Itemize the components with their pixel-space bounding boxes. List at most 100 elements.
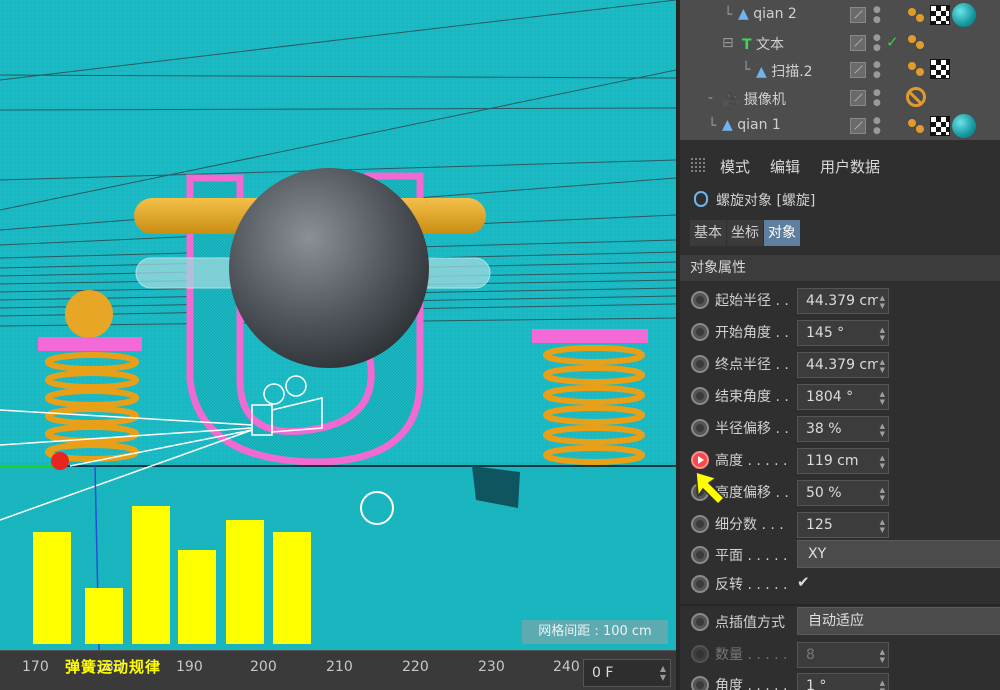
reverse-checkbox[interactable]: ✔	[797, 573, 815, 591]
keyframe-toggle[interactable]	[691, 355, 709, 373]
right-spring-cap	[532, 329, 648, 343]
object-row-sweep2[interactable]: └ ▲ 扫描.2 ● ●	[680, 57, 1000, 84]
start-angle-input[interactable]: 145 ° ▲ ▼	[797, 320, 889, 346]
spin-arrows-icon: ▲▼	[877, 358, 885, 374]
protection-tag-icon[interactable]	[906, 86, 926, 107]
radius-bias-input[interactable]: 38 % ▲ ▼	[797, 416, 889, 442]
end-radius-input[interactable]: 44.379 cm ▲ ▼	[797, 352, 889, 378]
spin-arrows-icon: ▲▼	[877, 486, 885, 502]
panel-grip-icon[interactable]	[690, 157, 706, 173]
layer-dots-icon[interactable]: ● ●	[873, 60, 881, 80]
visibility-flag-icon[interactable]	[850, 90, 866, 106]
rhythm-bar	[226, 520, 264, 644]
object-name: 文本	[756, 37, 785, 53]
keyframe-record-icon[interactable]	[691, 451, 709, 469]
prop-start-angle: 开始角度 . . 145 ° ▲ ▼	[680, 317, 1000, 347]
frame-spin-arrows-icon[interactable]: ▲ ▼	[660, 664, 666, 682]
keyframe-toggle[interactable]	[691, 387, 709, 405]
spin-arrows-icon: ▲▼	[877, 294, 885, 310]
tab-basic[interactable]: 基本	[690, 220, 726, 246]
prop-interpolation: 点插值方式 自动适应	[680, 607, 1000, 637]
start-radius-input[interactable]: 44.379 cm ▲ ▼	[797, 288, 889, 314]
text-t-icon: T	[742, 37, 752, 53]
checker-material-icon[interactable]	[930, 59, 950, 79]
keyframe-toggle[interactable]	[691, 645, 709, 663]
keyframe-toggle[interactable]	[691, 515, 709, 533]
layer-dots-icon[interactable]: ● ●	[873, 33, 881, 53]
menu-user-data[interactable]: 用户数据	[820, 156, 880, 177]
timeline-tick: 170	[22, 659, 49, 675]
keyframe-toggle[interactable]	[691, 676, 709, 690]
menu-mode[interactable]: 模式	[720, 156, 750, 177]
sweep-triangle-icon: ▲	[738, 6, 749, 22]
keyframe-toggle[interactable]	[691, 419, 709, 437]
left-spring-cap	[38, 337, 142, 351]
spin-arrows-icon: ▲▼	[877, 648, 885, 664]
spin-arrows-icon: ▲▼	[877, 679, 885, 690]
attribute-object-title: 螺旋对象 [螺旋]	[694, 190, 815, 214]
prop-subdivisions: 细分数 . . . 125 ▲ ▼	[680, 509, 1000, 539]
timeline-tick: 230	[478, 659, 505, 675]
number-input[interactable]: 8 ▲ ▼	[797, 642, 889, 668]
3d-viewport[interactable]: 网格间距 : 100 cm	[0, 0, 676, 650]
phong-tag-icon[interactable]	[906, 31, 928, 53]
object-tags	[906, 58, 950, 82]
angle-input[interactable]: 1 °▲▼	[797, 673, 889, 690]
keyframe-toggle[interactable]	[691, 613, 709, 631]
visibility-flag-icon[interactable]	[850, 35, 866, 51]
phong-tag-icon[interactable]	[906, 115, 928, 137]
prop-end-radius: 终点半径 . . 44.379 cm ▲ ▼	[680, 349, 1000, 379]
menu-edit[interactable]: 编辑	[770, 156, 800, 177]
rhythm-bar	[273, 532, 311, 644]
sweep-triangle-icon: ▲	[756, 64, 767, 80]
checker-material-icon[interactable]	[930, 5, 950, 25]
plane-select[interactable]: XY	[797, 540, 1000, 568]
keyframe-toggle[interactable]	[691, 575, 709, 593]
object-row-qian2[interactable]: └ ▲ qian 2 ● ●	[680, 2, 1000, 29]
keyframe-toggle[interactable]	[691, 323, 709, 341]
spin-arrows-icon: ▲▼	[877, 326, 885, 342]
prop-end-angle: 结束角度 . . 1804 ° ▲ ▼	[680, 381, 1000, 411]
overlay-caption: 弹簧运动规律	[65, 658, 162, 676]
tab-coordinates[interactable]: 坐标	[727, 220, 763, 246]
visibility-flag-icon[interactable]	[850, 62, 866, 78]
prop-radius-bias: 半径偏移 . . 38 % ▲ ▼	[680, 413, 1000, 443]
sphere-object	[229, 168, 429, 368]
phong-tag-icon[interactable]	[906, 58, 928, 80]
rhythm-bar	[85, 588, 123, 644]
current-frame-value: 0 F	[592, 665, 614, 681]
layer-dots-icon[interactable]: ● ●	[873, 5, 881, 25]
subdivisions-input[interactable]: 125 ▲ ▼	[797, 512, 889, 538]
object-row-qian1[interactable]: └ ▲ qian 1 ● ●	[680, 113, 1000, 140]
phong-tag-icon[interactable]	[906, 4, 928, 26]
visibility-flag-icon[interactable]	[850, 7, 866, 23]
material-ball-icon[interactable]	[952, 3, 976, 27]
tab-object[interactable]: 对象	[764, 220, 800, 246]
layer-dots-icon[interactable]: ● ●	[873, 88, 881, 108]
object-name: qian 1	[737, 117, 781, 133]
enabled-check-icon[interactable]: ✓	[886, 33, 899, 51]
prop-angle: 角度 . . . . . 1 °▲▼	[680, 670, 1000, 690]
timeline-tick: 210	[326, 659, 353, 675]
object-name: 摄像机	[743, 92, 786, 108]
spin-arrows-icon: ▲▼	[877, 422, 885, 438]
prop-reverse: 反转 . . . . . ✔	[680, 569, 1000, 599]
interpolation-select[interactable]: 自动适应	[797, 607, 1000, 635]
checker-material-icon[interactable]	[930, 116, 950, 136]
keyframe-toggle[interactable]	[691, 291, 709, 309]
object-tags	[906, 31, 928, 55]
object-manager: └ ▲ qian 2 ●● ⊟ T 文本 ●● ✓ └ ▲ 扫描.2 ●●	[680, 0, 1000, 140]
height-input[interactable]: 119 cm ▲ ▼	[797, 448, 889, 474]
height-bias-input[interactable]: 50 % ▲ ▼	[797, 480, 889, 506]
visibility-flag-icon[interactable]	[850, 118, 866, 134]
end-angle-input[interactable]: 1804 ° ▲ ▼	[797, 384, 889, 410]
timeline-tick: 190	[176, 659, 203, 675]
axis-origin-dot	[51, 452, 69, 470]
right-panel: └ ▲ qian 2 ●● ⊟ T 文本 ●● ✓ └ ▲ 扫描.2 ●●	[676, 0, 1000, 690]
object-row-text[interactable]: ⊟ T 文本 ● ● ✓	[680, 30, 1000, 57]
layer-dots-icon[interactable]: ● ●	[873, 116, 881, 136]
current-frame-input[interactable]: 0 F ▲ ▼	[583, 659, 671, 687]
object-row-camera[interactable]: - 🎥 摄像机 ● ●	[680, 85, 1000, 112]
material-ball-icon[interactable]	[952, 114, 976, 138]
keyframe-toggle[interactable]	[691, 546, 709, 564]
